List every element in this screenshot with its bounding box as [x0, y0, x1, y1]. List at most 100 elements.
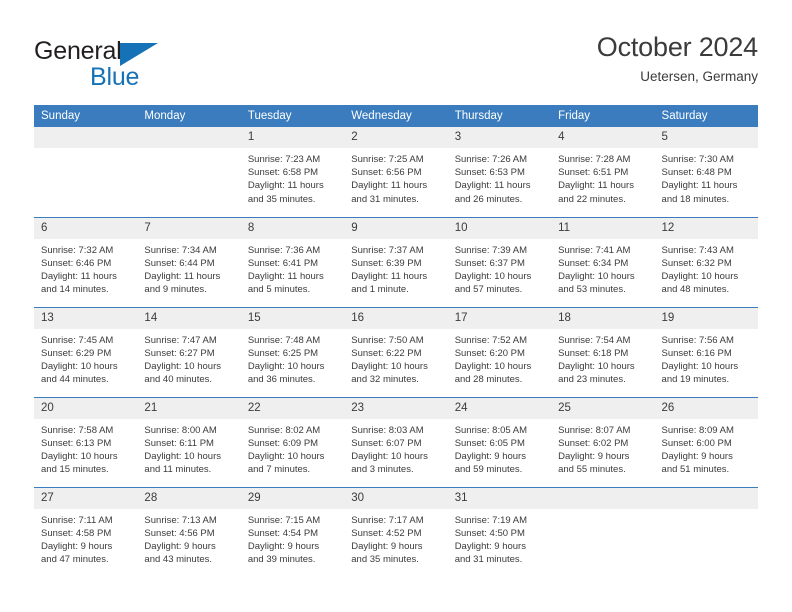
daylight-duration-line2: and 57 minutes. [454, 284, 523, 296]
calendar-day-cell[interactable]: 19 Sunrise: 7:56 AM Sunset: 6:16 PM Dayligh… [654, 306, 758, 397]
sunset-time: Sunset: 6:09 PM [247, 437, 319, 449]
weekday-header-tuesday: Tuesday [240, 105, 345, 127]
calendar-day-cell[interactable]: 31 Sunrise: 7:19 AM Sunset: 4:50 PM Dayligh… [447, 486, 552, 577]
sunrise-time: Sunrise: 7:43 AM [661, 244, 734, 256]
calendar-day-cell[interactable]: 9 Sunrise: 7:37 AM Sunset: 6:39 PM Daylight… [344, 216, 448, 307]
sunrise-time: Sunrise: 8:02 AM [247, 424, 321, 436]
day-details: Sunrise: 7:52 AM Sunset: 6:20 PM Daylight:… [448, 329, 551, 387]
calendar-day-cell[interactable]: 18 Sunrise: 7:54 AM Sunset: 6:18 PM Dayligh… [551, 306, 655, 397]
calendar-day-cell[interactable]: 21 Sunrise: 8:00 AM Sunset: 6:11 PM Dayligh… [137, 396, 241, 487]
day-number: 30 [344, 487, 448, 509]
day-details: Sunrise: 7:11 AM Sunset: 4:58 PM Daylight:… [34, 509, 137, 567]
daylight-duration-line2: and 59 minutes. [454, 464, 523, 476]
calendar-day-cell[interactable]: 24 Sunrise: 8:05 AM Sunset: 6:05 PM Dayligh… [447, 396, 552, 487]
day-details: Sunrise: 7:13 AM Sunset: 4:56 PM Daylight:… [137, 509, 240, 567]
sunrise-time: Sunrise: 7:37 AM [351, 244, 424, 256]
daylight-duration-line2: and 31 minutes. [454, 554, 523, 566]
calendar-day-cell[interactable]: 10 Sunrise: 7:39 AM Sunset: 6:37 PM Dayligh… [447, 216, 552, 307]
calendar-table: Sunday Monday Tuesday Wednesday Thursday Frid… [34, 105, 758, 577]
calendar-week-row: 1 Sunrise: 7:23 AM Sunset: 6:58 PM Daylight… [34, 127, 758, 217]
daylight-duration-line2: and 51 minutes. [661, 464, 730, 476]
calendar-week-row: 20 Sunrise: 7:58 AM Sunset: 6:13 PM Dayligh… [34, 396, 758, 487]
sunset-time: Sunset: 6:07 PM [351, 437, 422, 449]
calendar-day-cell[interactable]: 3 Sunrise: 7:26 AM Sunset: 6:53 PM Daylight… [447, 127, 552, 217]
sunset-time: Sunset: 4:56 PM [144, 527, 215, 539]
calendar-day-cell[interactable]: 26 Sunrise: 8:09 AM Sunset: 6:00 PM Dayligh… [654, 396, 758, 487]
daylight-duration-line1: Daylight: 11 hours [351, 270, 428, 282]
calendar-week-row: 6 Sunrise: 7:32 AM Sunset: 6:46 PM Daylight… [34, 216, 758, 307]
calendar-day-cell[interactable]: 11 Sunrise: 7:41 AM Sunset: 6:34 PM Dayligh… [551, 216, 655, 307]
daylight-duration-line1: Daylight: 10 hours [247, 450, 325, 462]
calendar-day-cell[interactable]: 4 Sunrise: 7:28 AM Sunset: 6:51 PM Daylight… [551, 127, 655, 217]
day-number: 13 [34, 307, 138, 329]
sunrise-time: Sunrise: 7:23 AM [247, 154, 321, 165]
daylight-duration-line1: Daylight: 10 hours [351, 450, 428, 462]
day-number: 20 [34, 397, 138, 419]
daylight-duration-line1: Daylight: 9 hours [454, 540, 526, 552]
daylight-duration-line2: and 15 minutes. [41, 464, 109, 476]
sunrise-time: Sunrise: 7:48 AM [247, 334, 321, 346]
sunset-time: Sunset: 6:29 PM [41, 347, 112, 359]
calendar-day-cell[interactable]: 8 Sunrise: 7:36 AM Sunset: 6:41 PM Daylight… [240, 216, 345, 307]
calendar-day-cell[interactable]: 6 Sunrise: 7:32 AM Sunset: 6:46 PM Daylight… [34, 216, 138, 307]
day-number: 28 [137, 487, 241, 509]
daylight-duration-line1: Daylight: 10 hours [454, 270, 532, 282]
sunrise-time: Sunrise: 7:45 AM [41, 334, 114, 346]
calendar-day-cell[interactable]: 28 Sunrise: 7:13 AM Sunset: 4:56 PM Dayligh… [137, 486, 241, 577]
sunset-time: Sunset: 6:25 PM [247, 347, 319, 359]
sunset-time: Sunset: 6:34 PM [558, 257, 629, 269]
daylight-duration-line2: and 5 minutes. [247, 284, 311, 296]
calendar-day-cell[interactable]: 22 Sunrise: 8:02 AM Sunset: 6:09 PM Dayligh… [240, 396, 345, 487]
calendar-day-cell[interactable]: 1 Sunrise: 7:23 AM Sunset: 6:58 PM Daylight… [240, 127, 345, 217]
day-number: 16 [344, 307, 448, 329]
day-details: Sunrise: 8:02 AM Sunset: 6:09 PM Daylight:… [241, 419, 344, 477]
calendar-day-cell[interactable]: 17 Sunrise: 7:52 AM Sunset: 6:20 PM Dayligh… [447, 306, 552, 397]
day-details: Sunrise: 7:36 AM Sunset: 6:41 PM Daylight:… [241, 239, 344, 297]
general-blue-logo[interactable]: General Blue [34, 38, 274, 98]
sunset-time: Sunset: 6:00 PM [661, 437, 732, 449]
sunrise-time: Sunrise: 8:03 AM [351, 424, 424, 436]
day-number [137, 127, 241, 148]
calendar-day-cell[interactable]: 7 Sunrise: 7:34 AM Sunset: 6:44 PM Daylight… [137, 216, 241, 307]
sunrise-time: Sunrise: 7:39 AM [454, 244, 528, 256]
calendar-day-cell[interactable]: 12 Sunrise: 7:43 AM Sunset: 6:32 PM Dayligh… [654, 216, 758, 307]
daylight-duration-line2: and 53 minutes. [558, 284, 626, 296]
calendar-day-cell[interactable]: 5 Sunrise: 7:30 AM Sunset: 6:48 PM Daylight… [654, 127, 758, 217]
day-details: Sunrise: 7:41 AM Sunset: 6:34 PM Daylight:… [551, 239, 654, 297]
daylight-duration-line1: Daylight: 11 hours [247, 180, 324, 192]
day-number: 1 [240, 127, 345, 148]
calendar-day-cell[interactable]: 16 Sunrise: 7:50 AM Sunset: 6:22 PM Dayligh… [344, 306, 448, 397]
calendar-day-cell[interactable]: 20 Sunrise: 7:58 AM Sunset: 6:13 PM Dayligh… [34, 396, 138, 487]
daylight-duration-line2: and 35 minutes. [351, 554, 419, 566]
calendar-day-cell[interactable]: 27 Sunrise: 7:11 AM Sunset: 4:58 PM Dayligh… [34, 486, 138, 577]
sunrise-time: Sunrise: 8:05 AM [454, 424, 528, 436]
day-details: Sunrise: 8:07 AM Sunset: 6:02 PM Daylight:… [551, 419, 654, 477]
calendar-day-cell[interactable]: 15 Sunrise: 7:48 AM Sunset: 6:25 PM Dayligh… [240, 306, 345, 397]
daylight-duration-line1: Daylight: 11 hours [558, 180, 634, 192]
day-number: 19 [654, 307, 758, 329]
daylight-duration-line1: Daylight: 10 hours [247, 360, 325, 372]
calendar-day-cell[interactable]: 14 Sunrise: 7:47 AM Sunset: 6:27 PM Dayligh… [137, 306, 241, 397]
day-number: 25 [551, 397, 655, 419]
calendar-day-cell[interactable]: 2 Sunrise: 7:25 AM Sunset: 6:56 PM Daylight… [344, 127, 448, 217]
calendar-day-cell[interactable]: 29 Sunrise: 7:15 AM Sunset: 4:54 PM Dayligh… [240, 486, 345, 577]
sunrise-time: Sunrise: 7:54 AM [558, 334, 631, 346]
sunset-time: Sunset: 6:56 PM [351, 167, 422, 179]
daylight-duration-line2: and 22 minutes. [558, 193, 626, 205]
day-number: 12 [654, 217, 758, 239]
calendar-day-cell[interactable]: 30 Sunrise: 7:17 AM Sunset: 4:52 PM Dayligh… [344, 486, 448, 577]
calendar-day-cell[interactable]: 25 Sunrise: 8:07 AM Sunset: 6:02 PM Dayligh… [551, 396, 655, 487]
calendar-day-cell[interactable]: 13 Sunrise: 7:45 AM Sunset: 6:29 PM Dayligh… [34, 306, 138, 397]
daylight-duration-line1: Daylight: 11 hours [144, 270, 221, 282]
calendar-day-cell[interactable]: 23 Sunrise: 8:03 AM Sunset: 6:07 PM Dayligh… [344, 396, 448, 487]
daylight-duration-line2: and 9 minutes. [144, 284, 207, 296]
sunset-time: Sunset: 6:13 PM [41, 437, 112, 449]
weekday-header-wednesday: Wednesday [344, 105, 448, 127]
daylight-duration-line2: and 23 minutes. [558, 374, 626, 386]
sunrise-time: Sunrise: 7:11 AM [41, 514, 113, 526]
sunset-time: Sunset: 6:05 PM [454, 437, 525, 449]
day-details: Sunrise: 7:56 AM Sunset: 6:16 PM Daylight:… [655, 329, 758, 387]
daylight-duration-line1: Daylight: 10 hours [558, 270, 635, 282]
sunset-time: Sunset: 4:58 PM [41, 527, 112, 539]
sunrise-time: Sunrise: 8:09 AM [661, 424, 734, 436]
